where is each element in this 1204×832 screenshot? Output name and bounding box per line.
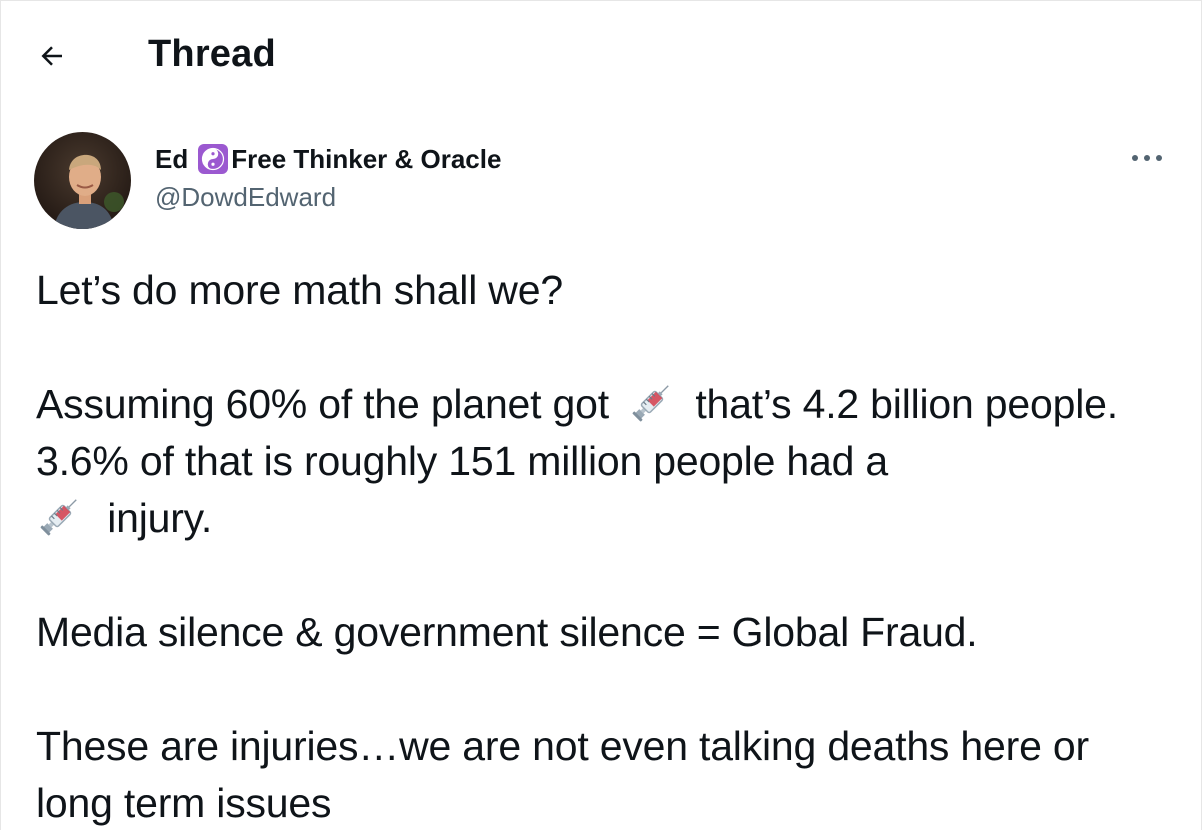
more-horizontal-icon <box>1132 155 1162 161</box>
avatar[interactable] <box>34 132 131 229</box>
yin-yang-icon <box>198 144 229 174</box>
author-name-suffix: Free Thinker & Oracle <box>231 143 502 174</box>
tweet-text: Let’s do more math shall we? Assuming 60… <box>36 262 1176 832</box>
syringe-icon <box>628 378 676 426</box>
profile-photo-icon <box>34 132 131 229</box>
back-button[interactable] <box>26 30 78 82</box>
tweet-text-segment: injury. <box>107 495 213 541</box>
author-name: Ed <box>155 143 189 174</box>
author-name-row[interactable]: Ed Free Thinker & Oracle <box>155 142 501 176</box>
tweet-paragraph-1: Let’s do more math shall we? <box>36 267 563 313</box>
tweet-paragraph-2: Assuming 60% of the planet got that’s 4.… <box>36 376 1176 547</box>
tweet-paragraph-4: These are injuries…we are not even talki… <box>36 723 1089 826</box>
arrow-left-icon <box>41 46 62 66</box>
author-handle[interactable]: @DowdEdward <box>155 182 336 213</box>
syringe-icon <box>36 492 84 540</box>
more-options-button[interactable] <box>1126 140 1168 176</box>
page-title: Thread <box>148 33 276 75</box>
tweet-paragraph-3: Media silence & government silence = Glo… <box>36 609 978 655</box>
tweet-text-segment: Assuming 60% of the planet got <box>36 381 609 427</box>
thread-header: Thread <box>0 0 1204 110</box>
